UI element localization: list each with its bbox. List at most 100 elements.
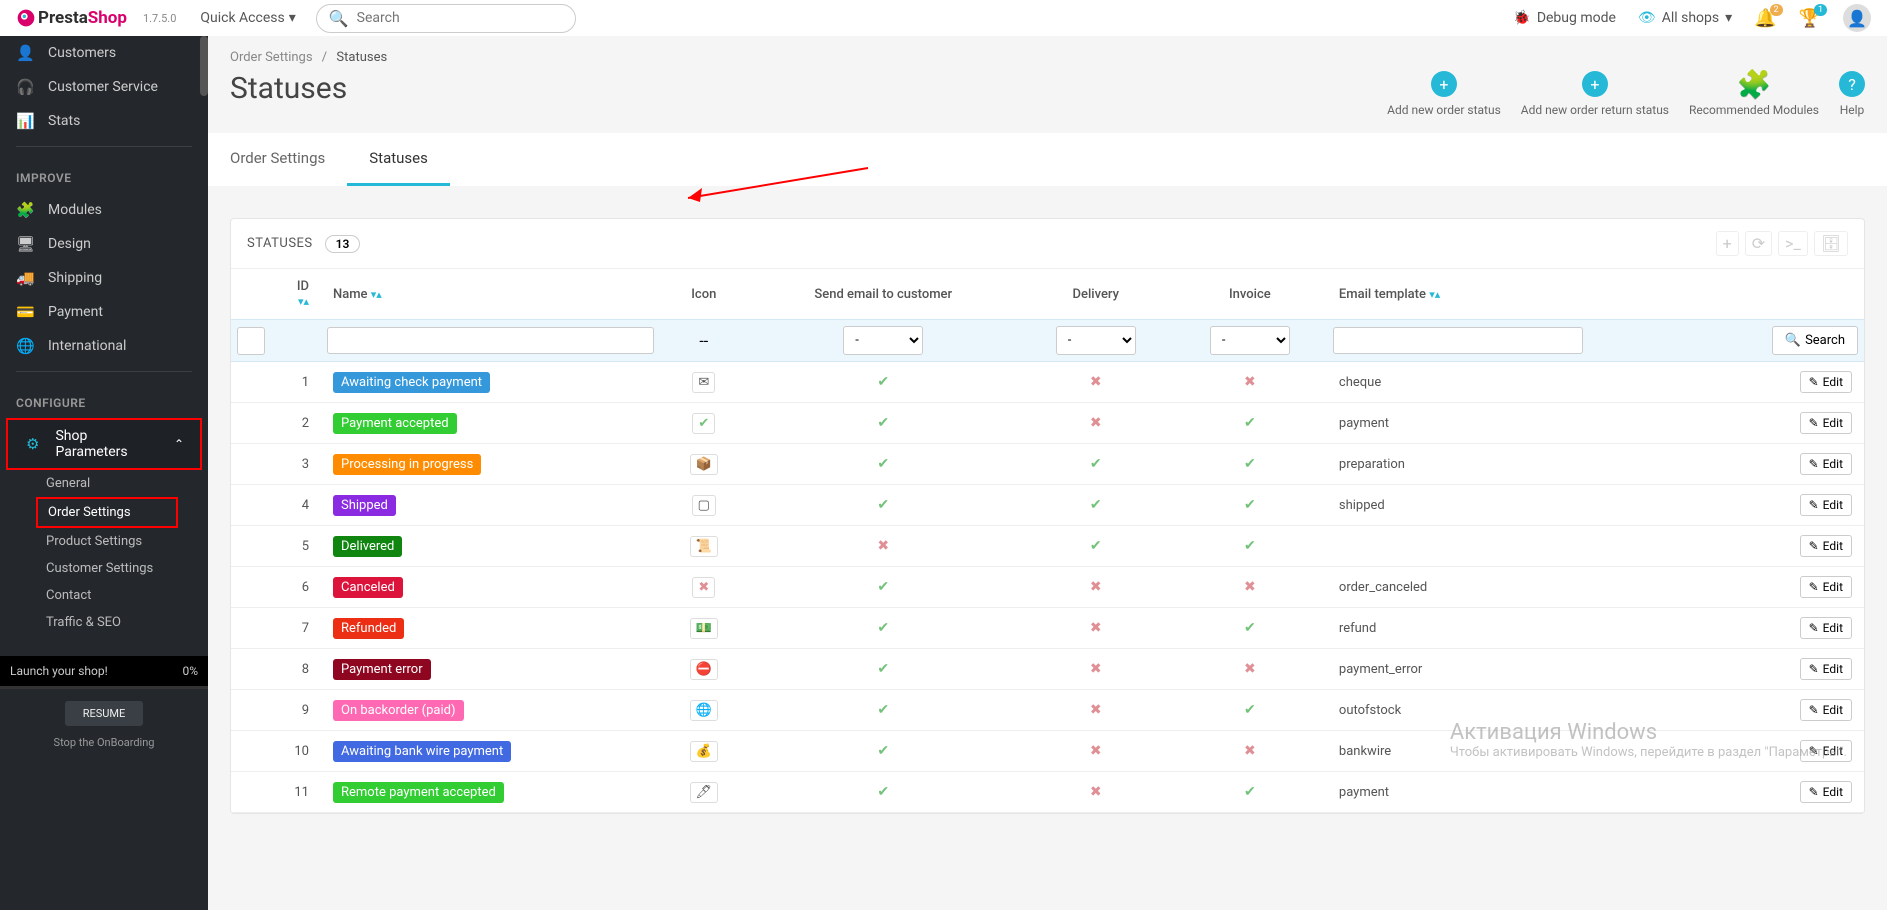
cross-icon[interactable]: ✖	[1090, 702, 1102, 718]
cross-icon[interactable]: ✖	[1244, 579, 1256, 595]
cross-icon[interactable]: ✖	[1244, 374, 1256, 390]
edit-button[interactable]: ✎Edit	[1800, 781, 1852, 803]
add-order-status-button[interactable]: + Add new order status	[1387, 71, 1501, 117]
filter-name-input[interactable]	[327, 327, 654, 354]
quick-access-menu[interactable]: Quick Access ▾	[200, 10, 295, 26]
check-icon[interactable]: ✔	[877, 415, 889, 431]
tab-order-settings[interactable]: Order Settings	[208, 133, 347, 186]
sort-icon[interactable]: ▾▴	[298, 295, 309, 308]
sidebar-subitem[interactable]: Customer Settings	[0, 555, 208, 582]
edit-button[interactable]: ✎Edit	[1800, 740, 1852, 762]
check-icon[interactable]: ✔	[1090, 456, 1102, 472]
edit-button[interactable]: ✎Edit	[1800, 699, 1852, 721]
cross-icon[interactable]: ✖	[1090, 415, 1102, 431]
cross-icon[interactable]: ✖	[1244, 661, 1256, 677]
search-box[interactable]: 🔍	[316, 4, 576, 33]
sort-icon[interactable]: ▾▴	[1429, 288, 1440, 301]
table-row[interactable]: 3 Processing in progress 📦 ✔ ✔ ✔ prepara…	[231, 444, 1864, 485]
check-icon[interactable]: ✔	[1244, 456, 1256, 472]
sidebar-subitem[interactable]: Traffic & SEO	[0, 609, 208, 636]
edit-button[interactable]: ✎Edit	[1800, 412, 1852, 434]
sidebar-item[interactable]: 🚚 Shipping	[0, 261, 208, 295]
filter-delivery-select[interactable]: -	[1056, 326, 1136, 355]
th-name[interactable]: Name	[333, 287, 368, 302]
scrollbar[interactable]	[200, 36, 208, 96]
check-icon[interactable]: ✔	[877, 702, 889, 718]
table-row[interactable]: 10 Awaiting bank wire payment 💰 ✔ ✖ ✖ ba…	[231, 731, 1864, 772]
avatar[interactable]: 👤	[1843, 4, 1871, 32]
search-button[interactable]: 🔍Search	[1772, 326, 1858, 355]
edit-button[interactable]: ✎Edit	[1800, 535, 1852, 557]
cross-icon[interactable]: ✖	[877, 538, 889, 554]
check-icon[interactable]: ✔	[877, 456, 889, 472]
cross-icon[interactable]: ✖	[1090, 579, 1102, 595]
cross-icon[interactable]: ✖	[1090, 661, 1102, 677]
check-icon[interactable]: ✔	[1244, 415, 1256, 431]
sql-icon[interactable]: >_	[1778, 231, 1808, 256]
check-icon[interactable]: ✔	[1244, 538, 1256, 554]
check-icon[interactable]: ✔	[1244, 497, 1256, 513]
sort-icon[interactable]: ▾▴	[371, 288, 382, 301]
check-icon[interactable]: ✔	[877, 579, 889, 595]
table-row[interactable]: 1 Awaiting check payment ✉ ✔ ✖ ✖ cheque …	[231, 362, 1864, 403]
check-icon[interactable]: ✔	[1244, 784, 1256, 800]
table-row[interactable]: 11 Remote payment accepted 🖊 ✔ ✖ ✔ payme…	[231, 772, 1864, 813]
check-icon[interactable]: ✔	[1090, 497, 1102, 513]
help-button[interactable]: ? Help	[1839, 71, 1865, 117]
sidebar-item[interactable]: 🎧 Customer Service	[0, 70, 208, 104]
check-icon[interactable]: ✔	[877, 374, 889, 390]
edit-button[interactable]: ✎Edit	[1800, 371, 1852, 393]
check-icon[interactable]: ✔	[877, 497, 889, 513]
search-input[interactable]	[357, 10, 563, 26]
cross-icon[interactable]: ✖	[1090, 743, 1102, 759]
notifications-trophy[interactable]: 🏆 1	[1799, 8, 1821, 29]
cross-icon[interactable]: ✖	[1090, 374, 1102, 390]
database-icon[interactable]: 🗄	[1814, 231, 1848, 256]
cross-icon[interactable]: ✖	[1090, 620, 1102, 636]
th-id[interactable]: ID	[297, 279, 309, 294]
filter-email-select[interactable]: -	[843, 326, 923, 355]
bulk-checkbox[interactable]	[237, 327, 265, 355]
check-icon[interactable]: ✔	[877, 620, 889, 636]
edit-button[interactable]: ✎Edit	[1800, 453, 1852, 475]
check-icon[interactable]: ✔	[877, 661, 889, 677]
table-row[interactable]: 9 On backorder (paid) 🌐 ✔ ✖ ✔ outofstock…	[231, 690, 1864, 731]
table-row[interactable]: 7 Refunded 💵 ✔ ✖ ✔ refund ✎Edit	[231, 608, 1864, 649]
table-row[interactable]: 8 Payment error ⛔ ✔ ✖ ✖ payment_error ✎E…	[231, 649, 1864, 690]
cross-icon[interactable]: ✖	[1090, 784, 1102, 800]
check-icon[interactable]: ✔	[1090, 538, 1102, 554]
sidebar-item[interactable]: 🧩 Modules	[0, 193, 208, 227]
check-icon[interactable]: ✔	[877, 743, 889, 759]
resume-button[interactable]: RESUME	[65, 701, 144, 726]
sidebar-item[interactable]: 💳 Payment	[0, 295, 208, 329]
table-row[interactable]: 5 Delivered 📜 ✖ ✔ ✔ ✎Edit	[231, 526, 1864, 567]
breadcrumb-item[interactable]: Order Settings	[230, 50, 313, 65]
debug-toggle[interactable]: 🐞 Debug mode	[1513, 10, 1616, 26]
sidebar-item[interactable]: 👤 Customers	[0, 36, 208, 70]
edit-button[interactable]: ✎Edit	[1800, 494, 1852, 516]
tab-statuses[interactable]: Statuses	[347, 133, 450, 186]
sidebar-subitem[interactable]: General	[0, 470, 208, 497]
refresh-icon[interactable]: ⟳	[1745, 231, 1772, 256]
logo[interactable]: PrestaShop	[16, 8, 127, 28]
check-icon[interactable]: ✔	[1244, 620, 1256, 636]
th-template[interactable]: Email template	[1339, 287, 1426, 302]
sidebar-item[interactable]: 📊 Stats	[0, 104, 208, 138]
table-row[interactable]: 6 Canceled ✖ ✔ ✖ ✖ order_canceled ✎Edit	[231, 567, 1864, 608]
table-row[interactable]: 4 Shipped ▢ ✔ ✔ ✔ shipped ✎Edit	[231, 485, 1864, 526]
add-return-status-button[interactable]: + Add new order return status	[1521, 71, 1669, 117]
sidebar-subitem[interactable]: Product Settings	[0, 528, 208, 555]
table-row[interactable]: 2 Payment accepted ✔ ✔ ✖ ✔ payment ✎Edit	[231, 403, 1864, 444]
sidebar-item[interactable]: 🖥 Design	[0, 227, 208, 261]
filter-invoice-select[interactable]: -	[1210, 326, 1290, 355]
edit-button[interactable]: ✎Edit	[1800, 576, 1852, 598]
sidebar-subitem[interactable]: Order Settings	[36, 497, 178, 528]
add-icon[interactable]: +	[1716, 231, 1739, 256]
notifications-bell[interactable]: 🔔 2	[1754, 8, 1776, 29]
check-icon[interactable]: ✔	[1244, 702, 1256, 718]
sidebar-subitem[interactable]: Contact	[0, 582, 208, 609]
sidebar-item[interactable]: 🌐 International	[0, 329, 208, 363]
cross-icon[interactable]: ✖	[1244, 743, 1256, 759]
edit-button[interactable]: ✎Edit	[1800, 658, 1852, 680]
stop-onboarding-link[interactable]: Stop the OnBoarding	[0, 732, 208, 761]
